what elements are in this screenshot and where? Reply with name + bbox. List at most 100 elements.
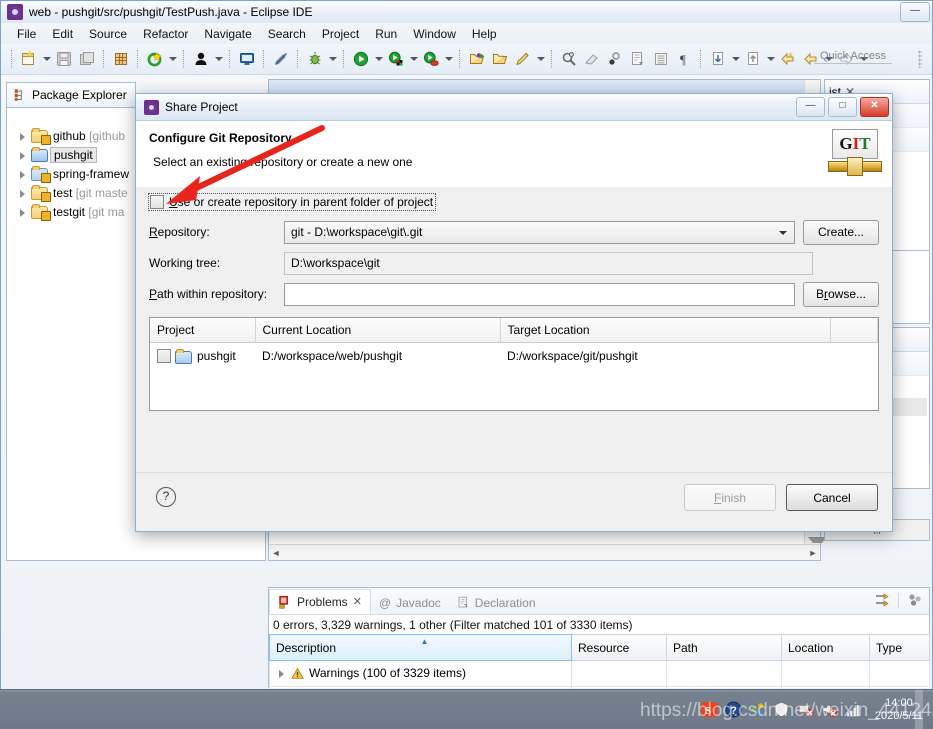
window-minimize-button[interactable]: — bbox=[900, 2, 930, 22]
pencil-icon[interactable] bbox=[512, 48, 534, 70]
eraser-icon[interactable] bbox=[581, 48, 603, 70]
open-type-icon[interactable] bbox=[466, 48, 488, 70]
tab-javadoc[interactable]: @ Javadoc bbox=[371, 591, 449, 614]
column-header-current-location[interactable]: Current Location bbox=[255, 318, 501, 343]
external-tools-dropdown-icon[interactable] bbox=[408, 48, 419, 70]
refresh-dropdown-icon[interactable] bbox=[167, 48, 178, 70]
menu-navigate[interactable]: Navigate bbox=[196, 25, 259, 43]
open-task-icon[interactable] bbox=[489, 48, 511, 70]
column-header-resource[interactable]: Resource bbox=[571, 634, 667, 661]
column-header-spacer bbox=[830, 318, 878, 343]
new-java-package-icon[interactable] bbox=[110, 48, 132, 70]
pencil-dropdown-icon[interactable] bbox=[535, 48, 546, 70]
expand-arrow-icon[interactable] bbox=[17, 169, 27, 179]
new-wizard-icon[interactable] bbox=[18, 48, 40, 70]
next-edit-icon[interactable] bbox=[742, 48, 764, 70]
menu-project[interactable]: Project bbox=[314, 25, 367, 43]
next-annotation-icon[interactable] bbox=[627, 48, 649, 70]
repository-label: Repository: bbox=[149, 225, 210, 239]
editor-horizontal-scrollbar[interactable]: ◄ ► bbox=[269, 544, 820, 560]
skip-breakpoints-icon[interactable] bbox=[270, 48, 292, 70]
menu-search[interactable]: Search bbox=[260, 25, 314, 43]
column-header-type[interactable]: Type bbox=[869, 634, 930, 661]
table-row[interactable]: pushgit D:/workspace/web/pushgit D:/work… bbox=[150, 343, 878, 370]
eclipse-icon bbox=[144, 99, 159, 115]
column-header-target-location[interactable]: Target Location bbox=[500, 318, 831, 343]
view-menu-icon[interactable] bbox=[907, 592, 923, 608]
project-checkbox[interactable] bbox=[157, 349, 171, 363]
dialog-body: Use or create repository in parent folde… bbox=[136, 187, 892, 473]
dialog-close-button[interactable]: ✕ bbox=[860, 97, 889, 117]
run-dropdown-icon[interactable] bbox=[373, 48, 384, 70]
tab-package-explorer[interactable]: Package Explorer bbox=[6, 82, 136, 107]
dialog-minimize-button[interactable]: — bbox=[796, 97, 825, 117]
create-button[interactable]: Create... bbox=[803, 219, 879, 245]
help-icon[interactable]: ? bbox=[156, 487, 176, 507]
chevron-down-icon[interactable] bbox=[779, 230, 787, 235]
run-icon[interactable] bbox=[350, 48, 372, 70]
finish-button[interactable]: Finish bbox=[684, 484, 776, 511]
repository-combo[interactable]: git - D:\workspace\git\.git bbox=[284, 220, 795, 244]
cancel-button[interactable]: Cancel bbox=[786, 484, 878, 511]
next-edit-dropdown-icon[interactable] bbox=[765, 48, 776, 70]
person-icon[interactable] bbox=[190, 48, 212, 70]
project-name: pushgit bbox=[54, 147, 93, 162]
menu-source[interactable]: Source bbox=[81, 25, 135, 43]
quick-access-field[interactable]: Quick Access bbox=[813, 49, 892, 64]
path-within-repository-input[interactable] bbox=[284, 282, 795, 306]
dialog-footer: ? Finish Cancel bbox=[136, 472, 892, 531]
save-icon[interactable] bbox=[53, 48, 75, 70]
save-all-icon[interactable] bbox=[76, 48, 98, 70]
coverage-dropdown-icon[interactable] bbox=[443, 48, 454, 70]
warning-icon bbox=[291, 667, 304, 679]
coverage-icon[interactable] bbox=[420, 48, 442, 70]
refresh-icon[interactable] bbox=[144, 48, 166, 70]
menu-file[interactable]: File bbox=[9, 25, 44, 43]
column-header-description[interactable]: Description ▲ bbox=[269, 634, 572, 661]
back-icon[interactable] bbox=[777, 48, 799, 70]
menu-refactor[interactable]: Refactor bbox=[135, 25, 196, 43]
debug-icon[interactable] bbox=[304, 48, 326, 70]
column-header-location[interactable]: Location bbox=[781, 634, 870, 661]
browse-button[interactable]: Br owse... bbox=[803, 281, 879, 307]
path-within-repository-row: Path within repository: Br owse... bbox=[149, 281, 879, 307]
dialog-maximize-button[interactable]: □ bbox=[828, 97, 857, 117]
toolbar-grip[interactable] bbox=[918, 50, 922, 68]
menu-edit[interactable]: Edit bbox=[44, 25, 81, 43]
menu-window[interactable]: Window bbox=[405, 25, 464, 43]
expand-arrow-icon[interactable] bbox=[17, 188, 27, 198]
close-icon[interactable]: ✕ bbox=[353, 595, 362, 608]
table-row[interactable]: Warnings (100 of 3329 items) bbox=[269, 660, 930, 687]
svg-text:¶: ¶ bbox=[680, 52, 686, 67]
expand-arrow-icon[interactable] bbox=[17, 150, 27, 160]
parent-folder-checkbox-label[interactable]: Use or create repository in parent folde… bbox=[169, 195, 433, 209]
run-external-tools-icon[interactable] bbox=[385, 48, 407, 70]
cell-project: pushgit bbox=[150, 343, 255, 370]
tab-problems[interactable]: Problems ✕ bbox=[269, 589, 371, 614]
table-icon[interactable] bbox=[650, 48, 672, 70]
debug-dropdown-icon[interactable] bbox=[327, 48, 338, 70]
expand-arrow-icon[interactable] bbox=[276, 668, 286, 678]
scroll-right-icon[interactable]: ► bbox=[806, 548, 820, 558]
expand-arrow-icon[interactable] bbox=[17, 131, 27, 141]
toggle-mark-icon[interactable] bbox=[604, 48, 626, 70]
pilcrow-icon[interactable]: ¶ bbox=[673, 48, 695, 70]
search-icon[interactable] bbox=[558, 48, 580, 70]
menu-run[interactable]: Run bbox=[367, 25, 405, 43]
scroll-left-icon[interactable]: ◄ bbox=[269, 548, 283, 558]
tab-declaration[interactable]: Declaration bbox=[449, 591, 544, 614]
new-wizard-dropdown-icon[interactable] bbox=[41, 48, 52, 70]
previous-edit-icon[interactable] bbox=[707, 48, 729, 70]
person-dropdown-icon[interactable] bbox=[213, 48, 224, 70]
expand-arrow-icon[interactable] bbox=[17, 207, 27, 217]
menu-help[interactable]: Help bbox=[464, 25, 505, 43]
problems-summary: 0 errors, 3,329 warnings, 1 other (Filte… bbox=[273, 618, 633, 632]
problems-icon bbox=[279, 595, 289, 609]
parent-folder-checkbox[interactable] bbox=[150, 195, 164, 209]
focus-on-selection-icon[interactable] bbox=[874, 592, 890, 608]
dialog-button-bar: Finish Cancel bbox=[684, 484, 878, 511]
column-header-project[interactable]: Project bbox=[150, 318, 256, 343]
console-icon[interactable] bbox=[236, 48, 258, 70]
column-header-path[interactable]: Path bbox=[666, 634, 782, 661]
previous-edit-dropdown-icon[interactable] bbox=[730, 48, 741, 70]
